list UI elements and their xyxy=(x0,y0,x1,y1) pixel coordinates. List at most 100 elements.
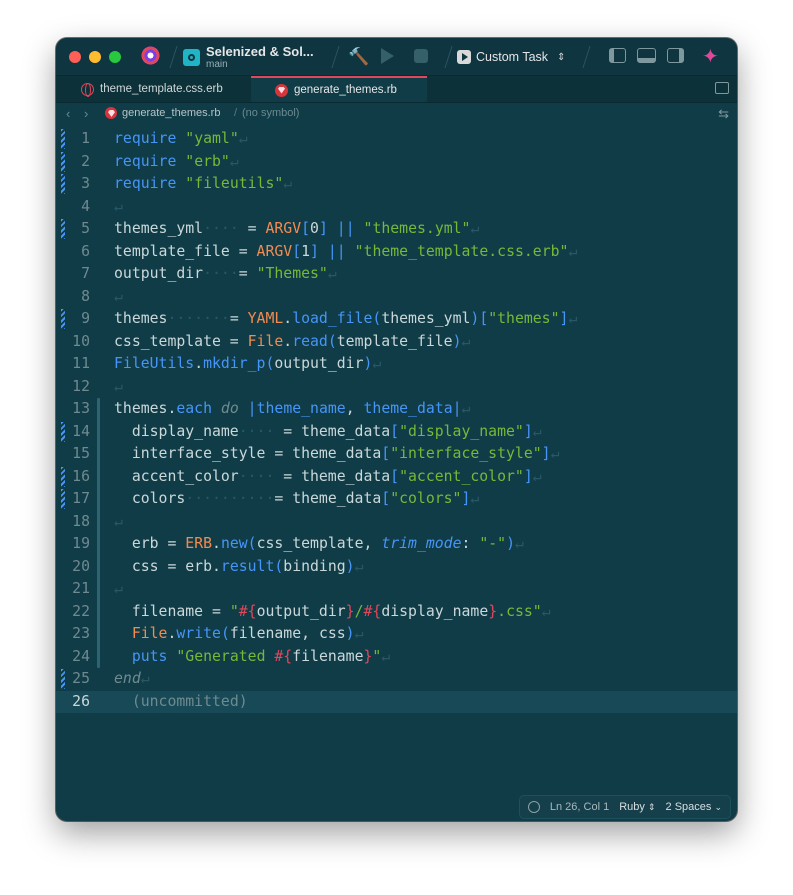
code-line[interactable]: 9 themes·······= YAML.load_file(themes_y… xyxy=(56,308,737,331)
tab-label: generate_themes.rb xyxy=(294,84,397,96)
line-number: 10 xyxy=(72,332,90,350)
code-text: ↵ xyxy=(114,287,123,305)
blame-annotation: (uncommitted) xyxy=(131,692,248,710)
ai-sparkle-icon[interactable]: ✦ xyxy=(702,44,719,69)
code-line[interactable]: 6 template_file = ARGV[1] || "theme_temp… xyxy=(56,241,737,264)
line-number: 16 xyxy=(72,467,90,485)
code-line[interactable]: 18 ↵ xyxy=(56,511,737,534)
code-line[interactable]: 25 end↵ xyxy=(56,668,737,691)
close-button[interactable] xyxy=(69,51,81,63)
code-text: template_file = ARGV[1] || "theme_templa… xyxy=(114,242,578,260)
status-bar: Ln 26, Col 1 Ruby ⇕ 2 Spaces ⌄ xyxy=(518,795,731,819)
line-number: 6 xyxy=(81,242,90,260)
swap-arrows-icon[interactable]: ⇆ xyxy=(718,106,729,122)
breadcrumb-file[interactable]: generate_themes.rb xyxy=(105,107,220,119)
code-text: ↵ xyxy=(114,580,123,597)
code-line[interactable]: 14 display_name···· = theme_data["displa… xyxy=(56,421,737,444)
branch-name[interactable]: main xyxy=(206,59,228,70)
line-number: 19 xyxy=(72,535,90,552)
code-text: (uncommitted) xyxy=(114,691,248,714)
code-text: puts "Generated #{filename}"↵ xyxy=(131,647,391,665)
build-hammer-icon[interactable]: 🔨 xyxy=(348,47,369,67)
code-line[interactable]: 4 ↵ xyxy=(56,196,737,219)
back-arrow-icon[interactable]: ‹ xyxy=(66,106,70,121)
code-line[interactable]: 16 accent_color···· = theme_data["accent… xyxy=(56,466,737,489)
line-number: 5 xyxy=(81,220,90,237)
code-line[interactable]: 22 filename = "#{output_dir}/#{display_n… xyxy=(56,601,737,624)
project-icon[interactable] xyxy=(183,49,200,66)
toggle-sidebar-right-icon[interactable] xyxy=(667,48,684,63)
line-number: 13 xyxy=(72,400,90,417)
nova-logo-icon[interactable] xyxy=(141,46,160,65)
code-line[interactable]: 17 colors··········= theme_data["colors"… xyxy=(56,488,737,511)
code-text: end↵ xyxy=(114,670,150,687)
erb-file-icon xyxy=(81,82,94,97)
task-label: Custom Task xyxy=(476,50,549,64)
code-text: css = erb.result(binding)↵ xyxy=(114,557,364,575)
line-number: 12 xyxy=(72,377,90,395)
issues-icon[interactable] xyxy=(527,801,540,813)
code-text: themes.each do |theme_name, theme_data|↵ xyxy=(114,400,471,417)
code-line[interactable]: 5 themes_yml···· = ARGV[0] || "themes.ym… xyxy=(56,218,737,241)
code-text: accent_color···· = theme_data["accent_co… xyxy=(114,467,542,485)
code-line[interactable]: 23 File.write(filename, css)↵ xyxy=(56,623,737,646)
breadcrumb-symbol[interactable]: (no symbol) xyxy=(242,107,299,119)
code-line[interactable]: 7 output_dir····= "Themes"↵ xyxy=(56,263,737,286)
minimize-button[interactable] xyxy=(89,51,101,63)
project-name[interactable]: Selenized & Sol... xyxy=(206,44,314,59)
code-line[interactable]: 11 FileUtils.mkdir_p(output_dir)↵ xyxy=(56,353,737,376)
line-number: 26 xyxy=(72,692,90,710)
line-number: 14 xyxy=(72,422,90,440)
code-line[interactable]: 12 ↵ xyxy=(56,376,737,399)
stop-icon[interactable] xyxy=(414,49,428,63)
title-bar: Selenized & Sol... main 🔨 Custom Task ⇕ … xyxy=(56,38,737,76)
code-text: filename = "#{output_dir}/#{display_name… xyxy=(114,602,551,620)
tab-theme-template[interactable]: theme_template.css.erb xyxy=(81,76,251,102)
code-text: css_template = File.read(template_file)↵ xyxy=(114,332,471,350)
code-text: interface_style = theme_data["interface_… xyxy=(114,445,560,462)
line-number: 9 xyxy=(81,310,90,327)
split-editor-icon[interactable] xyxy=(715,82,729,94)
code-text: FileUtils.mkdir_p(output_dir)↵ xyxy=(114,355,382,372)
code-text: output_dir····= "Themes"↵ xyxy=(114,265,337,282)
line-number: 2 xyxy=(81,152,90,170)
line-number: 25 xyxy=(72,670,90,687)
code-line[interactable]: 15 interface_style = theme_data["interfa… xyxy=(56,443,737,466)
line-number: 17 xyxy=(72,490,90,507)
line-number: 24 xyxy=(72,647,90,665)
line-number: 3 xyxy=(81,175,90,192)
code-line[interactable]: 3 require "fileutils"↵ xyxy=(56,173,737,196)
code-text: ↵ xyxy=(114,512,123,530)
line-number: 8 xyxy=(81,287,90,305)
line-number: 4 xyxy=(81,197,90,215)
code-text: ↵ xyxy=(114,197,123,215)
language-selector[interactable]: Ruby ⇕ xyxy=(619,801,655,813)
code-text: ↵ xyxy=(114,377,123,395)
code-line[interactable]: 20 css = erb.result(binding)↵ xyxy=(56,556,737,579)
ruby-file-icon xyxy=(275,83,288,97)
code-line[interactable]: 2 require "erb"↵ xyxy=(56,151,737,174)
tab-generate-themes[interactable]: generate_themes.rb xyxy=(251,76,427,102)
code-line[interactable]: 13 themes.each do |theme_name, theme_dat… xyxy=(56,398,737,421)
line-number: 23 xyxy=(72,625,90,642)
zoom-button[interactable] xyxy=(109,51,121,63)
run-icon[interactable] xyxy=(381,48,394,64)
task-selector[interactable]: Custom Task ⇕ xyxy=(457,47,565,67)
toggle-sidebar-left-icon[interactable] xyxy=(609,48,626,63)
line-number: 18 xyxy=(72,512,90,530)
indent-label: 2 Spaces xyxy=(665,801,712,813)
toggle-panel-bottom-icon[interactable] xyxy=(637,48,656,63)
forward-arrow-icon[interactable]: › xyxy=(84,106,88,121)
code-line[interactable]: 24 puts "Generated #{filename}"↵ xyxy=(56,646,737,669)
cursor-position[interactable]: Ln 26, Col 1 xyxy=(550,801,609,813)
code-line[interactable]: 8 ↵ xyxy=(56,286,737,309)
indent-selector[interactable]: 2 Spaces ⌄ xyxy=(666,801,722,813)
line-number: 22 xyxy=(72,602,90,620)
code-line[interactable]: 1 require "yaml"↵ xyxy=(56,128,737,151)
code-line[interactable]: 21 ↵ xyxy=(56,578,737,601)
code-text: require "erb"↵ xyxy=(114,152,239,170)
code-line[interactable]: 10 css_template = File.read(template_fil… xyxy=(56,331,737,354)
tab-bar: theme_template.css.erb generate_themes.r… xyxy=(56,76,737,103)
code-line[interactable]: 19 erb = ERB.new(css_template, trim_mode… xyxy=(56,533,737,556)
code-line-current[interactable]: 26 (uncommitted) xyxy=(56,690,737,714)
